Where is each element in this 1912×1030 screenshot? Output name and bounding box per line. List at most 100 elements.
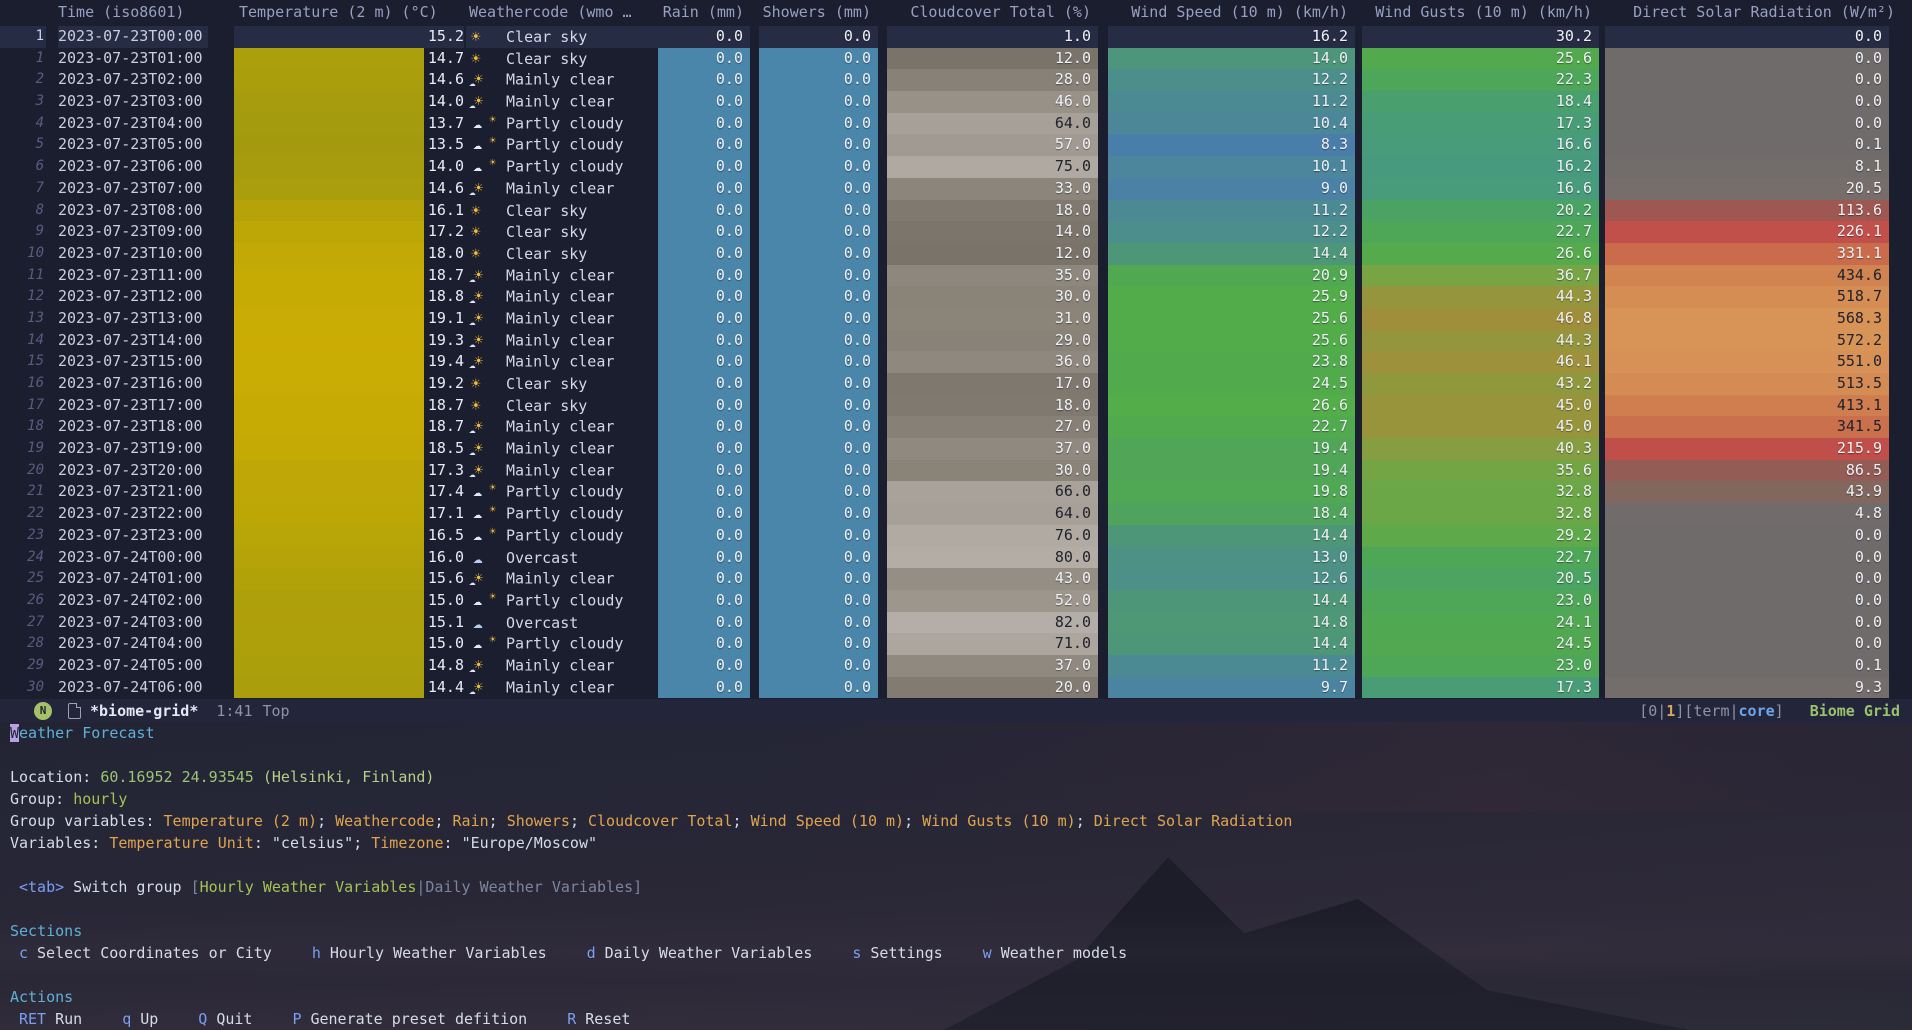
- action-run[interactable]: RETRun: [19, 1010, 82, 1028]
- cell-wind-gusts: 32.8: [1362, 503, 1599, 525]
- table-row[interactable]: 22023-07-23T02:0014.6☀☁ Mainly clear0.00…: [0, 69, 1912, 91]
- cell-temperature: 16.0: [424, 547, 464, 569]
- action-reset[interactable]: RReset: [567, 1010, 630, 1028]
- section-key: s: [852, 944, 861, 962]
- actions-menu: RETRun qUp QQuit PGenerate preset defition R…: [10, 1008, 1912, 1030]
- table-row[interactable]: 252023-07-24T01:0015.6☀☁ Mainly clear0.0…: [0, 568, 1912, 590]
- weathercode-label: Clear sky: [497, 28, 587, 46]
- buffer-name[interactable]: *biome-grid*: [90, 702, 198, 720]
- table-row[interactable]: 162023-07-23T16:0019.2☀ Clear sky0.00.01…: [0, 373, 1912, 395]
- cell-wind-gusts: 46.8: [1362, 308, 1599, 330]
- temperature-swatch: [234, 438, 424, 460]
- cell-time: 2023-07-24T01:00: [58, 568, 208, 590]
- cell-temperature: 14.6: [424, 69, 464, 91]
- cell-rain: 0.0: [658, 156, 750, 178]
- table-row[interactable]: 182023-07-23T18:0018.7☀☁ Mainly clear0.0…: [0, 416, 1912, 438]
- cell-wind-speed: 11.2: [1108, 655, 1355, 677]
- suncloud-weather-icon: ☀☁: [471, 351, 497, 373]
- weathercode-label: Partly cloudy: [497, 591, 623, 609]
- line-number: 29: [0, 655, 46, 677]
- table-row[interactable]: 172023-07-23T17:0018.7☀ Clear sky0.00.01…: [0, 395, 1912, 417]
- temperature-swatch: [234, 590, 424, 612]
- table-row[interactable]: 202023-07-23T20:0017.3☀☁ Mainly clear0.0…: [0, 460, 1912, 482]
- cell-showers: 0.0: [759, 525, 878, 547]
- table-row[interactable]: 292023-07-24T05:0014.8☀☁ Mainly clear0.0…: [0, 655, 1912, 677]
- temperature-swatch: [234, 481, 424, 503]
- table-row[interactable]: 232023-07-23T23:0016.5☀☁ Partly cloudy0.…: [0, 525, 1912, 547]
- table-row[interactable]: 62023-07-23T06:0014.0☀☁ Partly cloudy0.0…: [0, 156, 1912, 178]
- line-number: 18: [0, 416, 46, 438]
- cell-time: 2023-07-23T10:00: [58, 243, 208, 265]
- table-row[interactable]: 242023-07-24T00:0016.0☁ Overcast0.00.080…: [0, 547, 1912, 569]
- action-generate-preset-defition[interactable]: PGenerate preset defition: [292, 1010, 527, 1028]
- cell-showers: 0.0: [759, 330, 878, 352]
- cell-wind-speed: 23.8: [1108, 351, 1355, 373]
- cell-cloudcover: 80.0: [887, 547, 1098, 569]
- table-row[interactable]: 112023-07-23T11:0018.7☀☁ Mainly clear0.0…: [0, 265, 1912, 287]
- cell-time: 2023-07-23T16:00: [58, 373, 208, 395]
- section-settings[interactable]: sSettings: [852, 944, 942, 962]
- table-row[interactable]: 52023-07-23T05:0013.5☀☁ Partly cloudy0.0…: [0, 134, 1912, 156]
- cell-showers: 0.0: [759, 568, 878, 590]
- temperature-swatch: [234, 633, 424, 655]
- table-row[interactable]: 132023-07-23T13:0019.1☀☁ Mainly clear0.0…: [0, 308, 1912, 330]
- cell-showers: 0.0: [759, 503, 878, 525]
- table-row[interactable]: 272023-07-24T03:0015.1☁ Overcast0.00.082…: [0, 612, 1912, 634]
- cell-time: 2023-07-23T14:00: [58, 330, 208, 352]
- cell-time: 2023-07-23T11:00: [58, 265, 208, 287]
- variables-list: Temperature Unit: "celsius"; Timezone: "…: [109, 834, 597, 852]
- cell-rain: 0.0: [658, 286, 750, 308]
- table-row[interactable]: 262023-07-24T02:0015.0☀☁ Partly cloudy0.…: [0, 590, 1912, 612]
- cell-showers: 0.0: [759, 351, 878, 373]
- cell-wind-speed: 14.4: [1108, 590, 1355, 612]
- tab-option-active[interactable]: Hourly Weather Variables: [200, 878, 417, 896]
- sun-weather-icon: ☀: [471, 243, 497, 266]
- table-row[interactable]: 142023-07-23T14:0019.3☀☁ Mainly clear0.0…: [0, 330, 1912, 352]
- cell-wind-gusts: 17.3: [1362, 677, 1599, 699]
- table-row[interactable]: 282023-07-24T04:0015.0☀☁ Partly cloudy0.…: [0, 633, 1912, 655]
- table-row[interactable]: 302023-07-24T06:0014.4☀☁ Mainly clear0.0…: [0, 677, 1912, 699]
- table-row[interactable]: 42023-07-23T04:0013.7☀☁ Partly cloudy0.0…: [0, 113, 1912, 135]
- table-row[interactable]: 152023-07-23T15:0019.4☀☁ Mainly clear0.0…: [0, 351, 1912, 373]
- column-header: Wind Speed (10 m) (km/h): [1108, 3, 1348, 21]
- action-label: Generate preset defition: [310, 1010, 527, 1028]
- section-select-coordinates-or-city[interactable]: cSelect Coordinates or City: [19, 944, 272, 962]
- section-daily-weather-variables[interactable]: dDaily Weather Variables: [587, 944, 813, 962]
- line-number: 3: [0, 91, 46, 113]
- cell-wind-speed: 20.9: [1108, 265, 1355, 287]
- cell-wind-speed: 14.4: [1108, 633, 1355, 655]
- cell-temperature: 14.6: [424, 178, 464, 200]
- cell-solar-radiation: 413.1: [1605, 395, 1889, 417]
- action-up[interactable]: qUp: [122, 1010, 158, 1028]
- weathercode-label: Clear sky: [497, 201, 587, 219]
- cell-weathercode: ☀ Clear sky: [466, 221, 658, 243]
- table-row[interactable]: 12023-07-23T01:0014.7☀ Clear sky0.00.012…: [0, 48, 1912, 70]
- section-hourly-weather-variables[interactable]: hHourly Weather Variables: [312, 944, 547, 962]
- table-row[interactable]: 102023-07-23T10:0018.0☀ Clear sky0.00.01…: [0, 243, 1912, 265]
- table-row[interactable]: 72023-07-23T07:0014.6☀☁ Mainly clear0.00…: [0, 178, 1912, 200]
- temperature-swatch: [234, 655, 424, 677]
- table-row[interactable]: 82023-07-23T08:0016.1☀ Clear sky0.00.018…: [0, 200, 1912, 222]
- column-header: Time (iso8601): [58, 3, 184, 21]
- table-row[interactable]: 192023-07-23T19:0018.5☀☁ Mainly clear0.0…: [0, 438, 1912, 460]
- suncloud-weather-icon: ☀☁: [471, 308, 497, 330]
- group-value: hourly: [73, 790, 127, 808]
- tab-key[interactable]: <tab>: [19, 878, 64, 896]
- cell-solar-radiation: 341.5: [1605, 416, 1889, 438]
- action-quit[interactable]: QQuit: [198, 1010, 252, 1028]
- table-row[interactable]: 92023-07-23T09:0017.2☀ Clear sky0.00.014…: [0, 221, 1912, 243]
- table-row[interactable]: 122023-07-23T12:0018.8☀☁ Mainly clear0.0…: [0, 286, 1912, 308]
- table-row[interactable]: 212023-07-23T21:0017.4☀☁ Partly cloudy0.…: [0, 481, 1912, 503]
- cell-weathercode: ☀☁ Partly cloudy: [466, 590, 658, 612]
- cell-temperature: 18.8: [424, 286, 464, 308]
- table-row[interactable]: 222023-07-23T22:0017.1☀☁ Partly cloudy0.…: [0, 503, 1912, 525]
- cell-time: 2023-07-23T23:00: [58, 525, 208, 547]
- column-header: Cloudcover Total (%): [887, 3, 1091, 21]
- table-row[interactable]: 32023-07-23T03:0014.0☀☁ Mainly clear0.00…: [0, 91, 1912, 113]
- table-row[interactable]: 12023-07-23T00:0015.2☀ Clear sky0.00.01.…: [0, 26, 1912, 48]
- section-weather-models[interactable]: wWeather models: [983, 944, 1127, 962]
- cell-solar-radiation: 0.0: [1605, 590, 1889, 612]
- tab-option[interactable]: Daily Weather Variables: [425, 878, 633, 896]
- cell-showers: 0.0: [759, 416, 878, 438]
- suncloud-weather-icon: ☀☁: [471, 286, 497, 308]
